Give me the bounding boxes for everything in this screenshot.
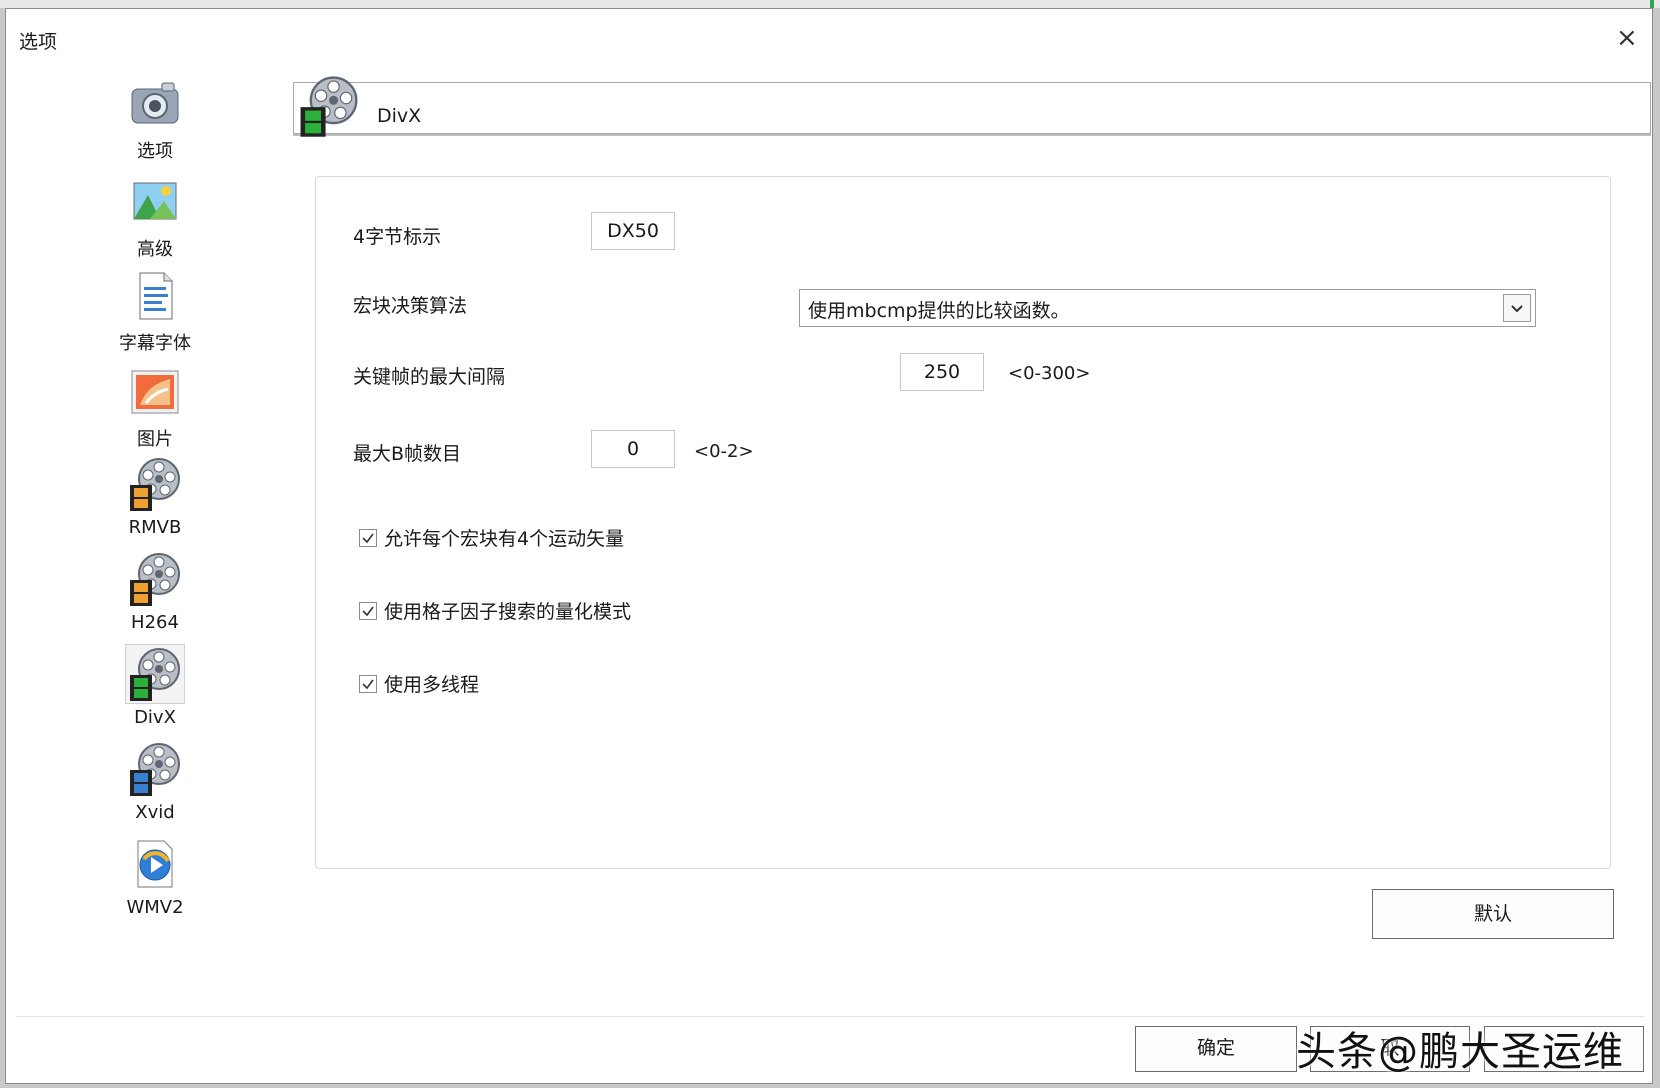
chevron-down-icon[interactable] [1503, 294, 1531, 322]
wmv2-player-icon [126, 835, 184, 893]
fourcc-input[interactable]: DX50 [591, 212, 675, 250]
picture-icon [126, 363, 184, 421]
footer-divider [16, 1016, 1644, 1017]
background-window-strip [0, 0, 1660, 8]
sidebar-item-subtitle-font[interactable]: 字幕字体 [90, 267, 220, 355]
default-button[interactable]: 默认 [1372, 889, 1614, 939]
divx-film-reel-icon [296, 73, 362, 139]
divx-settings-group [315, 176, 1611, 869]
sidebar-item-label: 图片 [137, 429, 173, 450]
rmvb-film-reel-icon [126, 455, 184, 513]
keyframe-interval-label: 关键帧的最大间隔 [353, 366, 506, 388]
subtitle-font-document-icon [126, 267, 184, 325]
sidebar-item-divx[interactable]: DivX [90, 644, 220, 728]
close-icon[interactable]: × [1616, 25, 1638, 51]
bframes-range-hint: <0-2> [694, 441, 754, 462]
keyframe-range-hint: <0-300> [1008, 363, 1091, 384]
h264-film-reel-icon [126, 550, 184, 608]
sidebar-item-options[interactable]: 选项 [90, 75, 220, 163]
advanced-landscape-icon [126, 173, 184, 231]
keyframe-interval-input[interactable]: 250 [900, 353, 984, 391]
max-bframes-label: 最大B帧数目 [353, 443, 462, 465]
section-title: DivX [377, 105, 422, 127]
multithread-label: 使用多线程 [384, 674, 480, 696]
sidebar-item-label: 字幕字体 [119, 333, 191, 354]
sidebar-item-wmv2[interactable]: WMV2 [90, 835, 220, 918]
mb-decision-value: 使用mbcmp提供的比较函数。 [808, 300, 1070, 322]
background-accent [1650, 0, 1654, 8]
sidebar-item-label: RMVB [128, 517, 182, 538]
sidebar-item-picture[interactable]: 图片 [90, 363, 220, 451]
mb-decision-select[interactable]: 使用mbcmp提供的比较函数。 [799, 289, 1536, 327]
sidebar-item-advanced[interactable]: 高级 [90, 173, 220, 261]
sidebar-item-label: DivX [134, 707, 176, 728]
sidebar-item-h264[interactable]: H264 [90, 550, 220, 633]
fourcc-label: 4字节标示 [353, 226, 442, 248]
max-bframes-input[interactable]: 0 [591, 430, 675, 468]
xvid-film-reel-icon [126, 740, 184, 798]
multithread-checkbox[interactable] [359, 675, 377, 693]
four-mv-checkbox[interactable] [359, 529, 377, 547]
sidebar-item-xvid[interactable]: Xvid [90, 740, 220, 823]
section-header-bar [293, 82, 1651, 134]
sidebar-item-label: Xvid [135, 802, 175, 823]
watermark-text: 头条@鹏大圣运维 [1296, 1029, 1624, 1075]
trellis-quant-label: 使用格子因子搜索的量化模式 [384, 601, 632, 623]
four-mv-label: 允许每个宏块有4个运动矢量 [384, 528, 625, 550]
divx-film-reel-icon [125, 644, 185, 704]
sidebar-item-label: 高级 [137, 239, 173, 260]
ok-button[interactable]: 确定 [1135, 1026, 1297, 1072]
sidebar-item-label: H264 [131, 612, 179, 633]
mb-decision-label: 宏块决策算法 [353, 295, 468, 317]
trellis-quant-checkbox[interactable] [359, 602, 377, 620]
sidebar-item-label: 选项 [137, 141, 173, 162]
options-camera-icon [126, 75, 184, 133]
dialog-title: 选项 [19, 31, 58, 53]
sidebar-item-label: WMV2 [126, 897, 184, 918]
options-dialog: 选项 × 选项 高级 字幕字体 图片 RMVB H264 DivX Xvid W… [5, 8, 1653, 1084]
sidebar-item-rmvb[interactable]: RMVB [90, 455, 220, 538]
